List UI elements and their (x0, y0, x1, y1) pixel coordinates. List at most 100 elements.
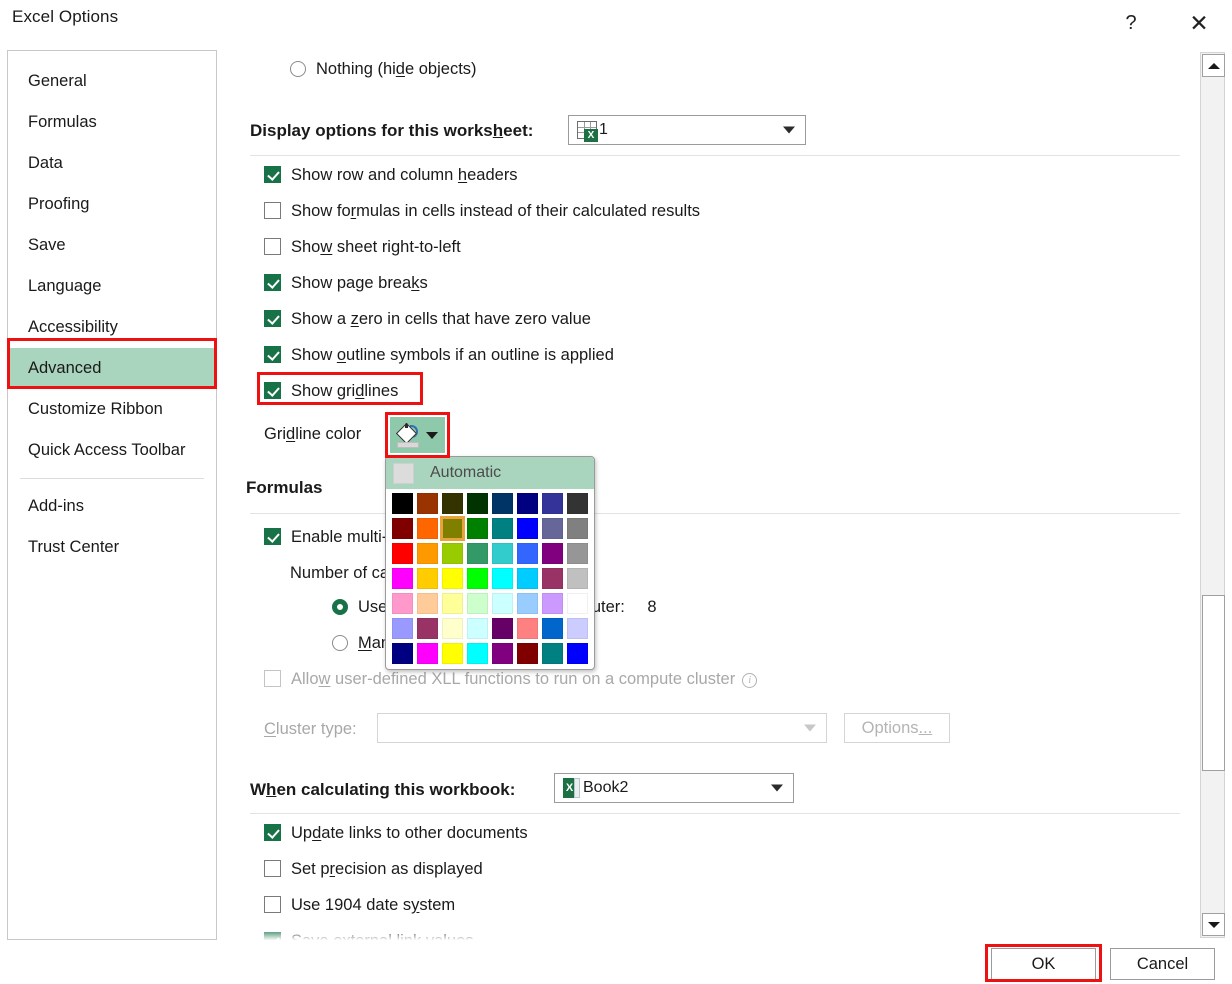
color-swatch[interactable] (467, 543, 488, 564)
sidebar-divider (20, 478, 204, 479)
color-swatch[interactable] (542, 568, 563, 589)
color-swatch[interactable] (392, 593, 413, 614)
sidebar-item-add-ins[interactable]: Add-ins (8, 486, 216, 527)
color-swatch[interactable] (440, 516, 465, 541)
checkbox-show-sheet-right-to-left[interactable]: Show sheet right-to-left (264, 238, 461, 257)
color-swatch[interactable] (417, 568, 438, 589)
sidebar-item-customize-ribbon[interactable]: Customize Ribbon (8, 389, 216, 430)
color-swatch[interactable] (417, 643, 438, 664)
checkbox-show-formulas-in-cells[interactable]: Show formulas in cells instead of their … (264, 202, 700, 221)
cluster-type-select[interactable] (377, 713, 827, 743)
help-button[interactable]: ? (1108, 0, 1154, 46)
color-swatch[interactable] (542, 618, 563, 639)
vertical-scrollbar[interactable] (1200, 52, 1225, 938)
color-swatch[interactable] (392, 543, 413, 564)
color-automatic-option[interactable]: Automatic (386, 457, 594, 489)
checkbox-allow-xll-functions[interactable]: Allow user-defined XLL functions to run … (264, 670, 758, 689)
color-swatch[interactable] (467, 568, 488, 589)
gridline-color-button[interactable] (390, 417, 445, 453)
checkbox-show-zero-in-cells[interactable]: Show a zero in cells that have zero valu… (264, 310, 591, 329)
sidebar-item-save[interactable]: Save (8, 225, 216, 266)
color-swatch[interactable] (392, 493, 413, 514)
color-swatch[interactable] (442, 493, 463, 514)
color-swatch[interactable] (567, 543, 588, 564)
color-swatch[interactable] (442, 593, 463, 614)
color-swatch[interactable] (467, 643, 488, 664)
color-swatch[interactable] (542, 543, 563, 564)
color-swatch[interactable] (442, 568, 463, 589)
color-swatch[interactable] (542, 493, 563, 514)
color-swatch[interactable] (492, 643, 513, 664)
paint-bucket-icon (395, 422, 420, 448)
color-swatch[interactable] (467, 618, 488, 639)
sidebar-item-data[interactable]: Data (8, 143, 216, 184)
color-swatch[interactable] (467, 593, 488, 614)
color-swatch[interactable] (567, 568, 588, 589)
color-swatch[interactable] (492, 543, 513, 564)
checkbox-show-page-breaks[interactable]: Show page breaks (264, 274, 428, 293)
color-swatch[interactable] (417, 543, 438, 564)
color-swatch[interactable] (517, 593, 538, 614)
color-swatch[interactable] (442, 543, 463, 564)
sidebar-item-trust-center[interactable]: Trust Center (8, 527, 216, 568)
scroll-up-button[interactable] (1202, 54, 1225, 77)
scroll-down-button[interactable] (1202, 913, 1225, 936)
color-swatch[interactable] (517, 543, 538, 564)
checkbox-show-row-column-headers[interactable]: Show row and column headers (264, 166, 518, 185)
color-swatch[interactable] (417, 618, 438, 639)
color-swatch[interactable] (542, 593, 563, 614)
color-swatch[interactable] (567, 593, 588, 614)
checkbox-update-links[interactable]: Update links to other documents (264, 824, 528, 843)
color-swatch[interactable] (392, 518, 413, 539)
color-swatch[interactable] (442, 643, 463, 664)
close-icon[interactable]: ✕ (1176, 0, 1222, 46)
color-swatch[interactable] (517, 568, 538, 589)
sidebar-item-general[interactable]: General (8, 61, 216, 102)
sidebar-item-advanced[interactable]: Advanced (8, 348, 216, 389)
color-swatch[interactable] (492, 593, 513, 614)
color-swatch[interactable] (517, 618, 538, 639)
color-swatch[interactable] (567, 618, 588, 639)
color-swatch[interactable] (542, 643, 563, 664)
sidebar-item-proofing[interactable]: Proofing (8, 184, 216, 225)
radio-nothing-hide-objects[interactable]: Nothing (hide objects) (290, 60, 477, 79)
ok-button[interactable]: OK (991, 948, 1096, 980)
color-swatch[interactable] (467, 493, 488, 514)
color-swatch[interactable] (392, 643, 413, 664)
checkbox-set-precision-as-displayed[interactable]: Set precision as displayed (264, 860, 483, 879)
cancel-button[interactable]: Cancel (1110, 948, 1215, 980)
color-swatch[interactable] (392, 618, 413, 639)
workbook-select[interactable]: Book2 (554, 773, 794, 803)
color-swatch[interactable] (517, 643, 538, 664)
color-swatch[interactable] (542, 518, 563, 539)
info-icon[interactable]: i (742, 673, 758, 688)
color-swatch[interactable] (492, 518, 513, 539)
checkbox-show-gridlines[interactable]: Show gridlines (264, 382, 398, 401)
sidebar-item-language[interactable]: Language (8, 266, 216, 307)
workbook-select-value: Book2 (583, 779, 629, 796)
color-swatch[interactable] (492, 618, 513, 639)
sidebar-item-accessibility[interactable]: Accessibility (8, 307, 216, 348)
color-swatch[interactable] (417, 593, 438, 614)
color-swatch[interactable] (492, 568, 513, 589)
color-swatch[interactable] (567, 493, 588, 514)
color-swatch[interactable] (517, 518, 538, 539)
color-swatch[interactable] (417, 518, 438, 539)
checkbox-label: Use 1904 date system (291, 896, 456, 914)
divider-display-options (250, 155, 1180, 156)
color-swatch[interactable] (567, 643, 588, 664)
worksheet-select[interactable]: X 1 (568, 115, 806, 145)
color-swatch[interactable] (467, 518, 488, 539)
color-swatch[interactable] (492, 493, 513, 514)
sidebar-item-formulas[interactable]: Formulas (8, 102, 216, 143)
color-swatch[interactable] (517, 493, 538, 514)
color-swatch[interactable] (567, 518, 588, 539)
color-swatch[interactable] (442, 618, 463, 639)
scrollbar-thumb[interactable] (1202, 595, 1225, 771)
color-swatch[interactable] (392, 568, 413, 589)
checkbox-show-outline-symbols[interactable]: Show outline symbols if an outline is ap… (264, 346, 614, 365)
checkbox-use-1904-date-system[interactable]: Use 1904 date system (264, 896, 455, 915)
cluster-options-button[interactable]: Options... (844, 713, 950, 743)
sidebar-item-quick-access-toolbar[interactable]: Quick Access Toolbar (8, 430, 216, 471)
color-swatch[interactable] (417, 493, 438, 514)
